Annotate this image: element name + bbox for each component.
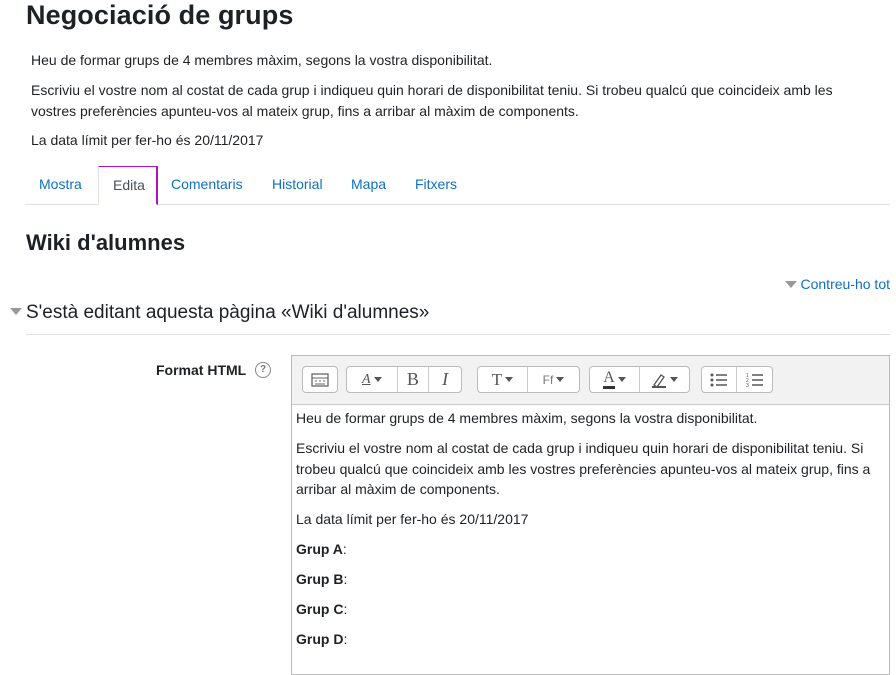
wiki-tabs: Mostra Edita Comentaris Historial Mapa F…: [25, 166, 890, 205]
font-family-label: Ff: [542, 372, 554, 387]
question-circle-icon[interactable]: ?: [255, 362, 271, 378]
font-size-button[interactable]: T: [478, 367, 528, 392]
ordered-list-button[interactable]: 123: [737, 367, 772, 392]
html-editor[interactable]: A B I T Ff A 123 Heu de formar grups de …: [291, 355, 890, 675]
tab-historial[interactable]: Historial: [258, 166, 337, 203]
wiki-title: Wiki d'alumnes: [26, 230, 186, 255]
toolbar-group-5: 123: [701, 366, 773, 393]
toolbar-group-1: [302, 366, 338, 393]
paragraph-style-button[interactable]: A: [347, 367, 398, 392]
chevron-down-icon: [617, 377, 626, 382]
toolbar-toggle-button[interactable]: [303, 367, 337, 392]
toolbar-group-3: T Ff: [477, 366, 580, 393]
group-name: Grup D: [296, 631, 344, 647]
font-size-icon: T: [491, 369, 503, 389]
toolbar-group-4: A: [589, 366, 690, 393]
fieldset-toggle-icon: [10, 308, 22, 316]
group-name: Grup A: [296, 541, 343, 557]
editor-content[interactable]: Heu de formar grups de 4 membres màxim, …: [296, 408, 886, 659]
group-separator: :: [343, 631, 348, 647]
tab-mapa[interactable]: Mapa: [337, 166, 400, 203]
group-name: Grup C: [296, 601, 344, 617]
group-name: Grup B: [296, 571, 344, 587]
group-separator: :: [343, 601, 348, 617]
highlighter-icon: [652, 373, 666, 388]
chevron-down-icon: [670, 377, 678, 382]
unordered-list-button[interactable]: [702, 367, 737, 392]
toolbar-group-2: A B I: [346, 366, 462, 393]
bold-button[interactable]: B: [398, 367, 430, 392]
numbered-list-icon: 123: [746, 373, 763, 387]
background-color-button[interactable]: [640, 367, 689, 392]
group-separator: :: [343, 571, 348, 587]
group-line-c: Grup C:: [296, 599, 886, 620]
paragraph-style-icon: A: [362, 371, 371, 387]
editing-fieldset-legend[interactable]: S'està editant aquesta pàgina «Wiki d'al…: [10, 302, 429, 324]
toolbar-toggle-icon: [311, 372, 329, 387]
tab-comentaris[interactable]: Comentaris: [157, 166, 257, 203]
editor-paragraph-3: La data límit per fer-ho és 20/11/2017: [296, 511, 529, 527]
fieldset-divider: [26, 334, 890, 335]
tab-edita[interactable]: Edita: [98, 166, 158, 205]
group-separator: :: [342, 541, 347, 557]
editor-paragraph-2: Escriviu el vostre nom al costat de cada…: [296, 440, 871, 497]
group-line-b: Grup B:: [296, 569, 886, 590]
editor-toolbar: A B I T Ff A 123: [292, 356, 889, 405]
font-family-button[interactable]: Ff: [528, 367, 579, 392]
collapse-triangle-icon: [784, 280, 797, 288]
format-html-label: Format HTML: [156, 362, 247, 378]
chevron-down-icon: [556, 377, 565, 382]
editor-paragraph-1: Heu de formar grups de 4 membres màxim, …: [296, 410, 758, 426]
tab-fitxers[interactable]: Fitxers: [401, 166, 471, 203]
chevron-down-icon: [505, 377, 514, 382]
editing-legend-label: S'està editant aquesta pàgina «Wiki d'al…: [26, 302, 430, 323]
group-line-a: Grup A:: [296, 539, 886, 560]
bullet-list-icon: [710, 373, 727, 386]
collapse-all-link[interactable]: Contreu-ho tot: [784, 276, 891, 292]
text-color-button[interactable]: A: [590, 367, 640, 392]
collapse-all-label: Contreu-ho tot: [800, 276, 891, 292]
svg-text:3: 3: [746, 383, 749, 387]
intro-paragraph-3: La data límit per fer-ho és 20/11/2017: [31, 132, 264, 148]
page-title: Negociació de grups: [26, 0, 294, 30]
italic-button[interactable]: I: [429, 367, 461, 392]
tab-mostra[interactable]: Mostra: [25, 166, 96, 203]
chevron-down-icon: [373, 377, 382, 382]
intro-paragraph-1: Heu de formar grups de 4 membres màxim, …: [31, 52, 493, 68]
group-line-d: Grup D:: [296, 629, 886, 650]
intro-paragraph-2: Escriviu el vostre nom al costat de cada…: [31, 82, 833, 119]
text-color-icon: A: [603, 370, 615, 389]
